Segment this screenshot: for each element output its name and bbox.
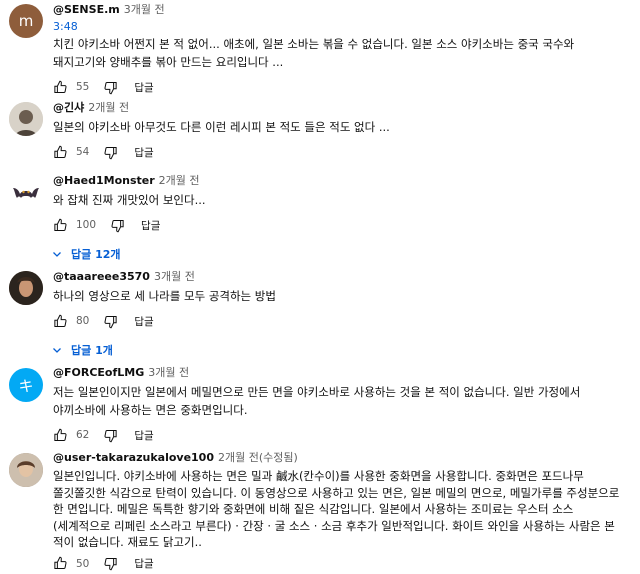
dislike-button[interactable]	[110, 218, 125, 233]
thumbs-down-icon	[104, 315, 117, 328]
chevron-down-icon	[53, 252, 61, 257]
like-count: 80	[76, 315, 90, 327]
profile-photo-icon	[9, 271, 43, 305]
like-button[interactable]	[53, 145, 68, 160]
dislike-button[interactable]	[103, 314, 118, 329]
thumbs-down-icon	[104, 146, 117, 159]
view-replies-button[interactable]: 답글 1개	[53, 341, 628, 359]
avatar[interactable]	[9, 102, 43, 136]
replies-label: 답글 1개	[71, 344, 113, 357]
avatar-letter: m	[18, 12, 34, 30]
like-button[interactable]	[53, 314, 68, 329]
reply-button[interactable]: 답글	[134, 145, 153, 160]
thumbs-up-icon	[54, 314, 67, 327]
avatar[interactable]: キ	[9, 368, 43, 402]
comment-text: 와 잡채 진짜 개맛있어 보인다...	[53, 193, 206, 207]
thumbs-up-icon	[54, 218, 67, 231]
comment-time[interactable]: 3개월 전	[154, 270, 195, 283]
comment-time[interactable]: 2개월 전	[88, 101, 129, 114]
comment-time[interactable]: 2개월 전	[159, 174, 200, 187]
like-button[interactable]	[53, 428, 68, 443]
like-button[interactable]	[53, 218, 68, 233]
dislike-button[interactable]	[103, 145, 118, 160]
thumbs-down-icon	[111, 219, 124, 232]
thumbs-up-icon	[54, 145, 67, 158]
reply-button[interactable]: 답글	[141, 218, 160, 233]
profile-photo-icon	[9, 102, 43, 136]
reply-button[interactable]: 답글	[134, 314, 153, 329]
bat-icon	[13, 188, 39, 198]
comment-author[interactable]: @user-takarazukalove100	[53, 451, 214, 464]
comment-time[interactable]: 2개월 전(수정됨)	[218, 451, 298, 464]
comment-text: 일본인입니다. 야키소바에 사용하는 면은 밀과 鹹水(칸수이)를 사용한 중화…	[53, 469, 620, 549]
thumbs-up-icon	[54, 428, 67, 441]
profile-photo-icon	[9, 453, 43, 487]
comment-author[interactable]: @긴샤	[53, 101, 84, 114]
comment-time[interactable]: 3개월 전	[148, 366, 189, 379]
comment-author[interactable]: @Haed1Monster	[53, 174, 155, 187]
comment-author[interactable]: @SENSE.m	[53, 3, 120, 16]
avatar-letter: キ	[18, 376, 34, 395]
like-count: 55	[76, 81, 90, 93]
comment-author[interactable]: @FORCEofLMG	[53, 366, 144, 379]
comment-text: 하나의 영상으로 세 나라를 모두 공격하는 방법	[53, 289, 276, 303]
timestamp-link[interactable]: 3:48	[53, 20, 628, 34]
thumbs-down-icon	[104, 429, 117, 442]
comment-text: 치킨 야키소바 어쩐지 본 적 없어... 애초에, 일본 소바는 볶을 수 없…	[53, 37, 575, 69]
view-replies-button[interactable]: 답글 12개	[53, 245, 628, 263]
reply-button[interactable]: 답글	[134, 428, 153, 443]
like-count: 100	[76, 219, 97, 231]
comment-time[interactable]: 3개월 전	[124, 3, 165, 16]
avatar[interactable]	[9, 271, 43, 305]
comment-text: 일본의 야키소바 아무것도 다른 이런 레시피 본 적도 들은 적도 없다 ..…	[53, 120, 390, 134]
dislike-button[interactable]	[103, 428, 118, 443]
comment-text: 저는 일본인이지만 일본에서 메밀면으로 만든 면을 야키소바로 사용하는 것을…	[53, 385, 581, 417]
thumbs-down-icon	[104, 81, 117, 94]
reply-button[interactable]: 답글	[134, 80, 153, 95]
chevron-down-icon	[53, 348, 61, 353]
like-count: 62	[76, 429, 90, 441]
comment-author[interactable]: @taaareee3570	[53, 270, 150, 283]
like-button[interactable]	[53, 80, 68, 95]
replies-label: 답글 12개	[71, 248, 121, 261]
like-count: 54	[76, 146, 90, 158]
avatar[interactable]: m	[9, 4, 43, 38]
thumbs-up-icon	[54, 80, 67, 93]
dislike-button[interactable]	[103, 80, 118, 95]
avatar[interactable]	[9, 453, 43, 487]
avatar[interactable]	[9, 174, 43, 208]
